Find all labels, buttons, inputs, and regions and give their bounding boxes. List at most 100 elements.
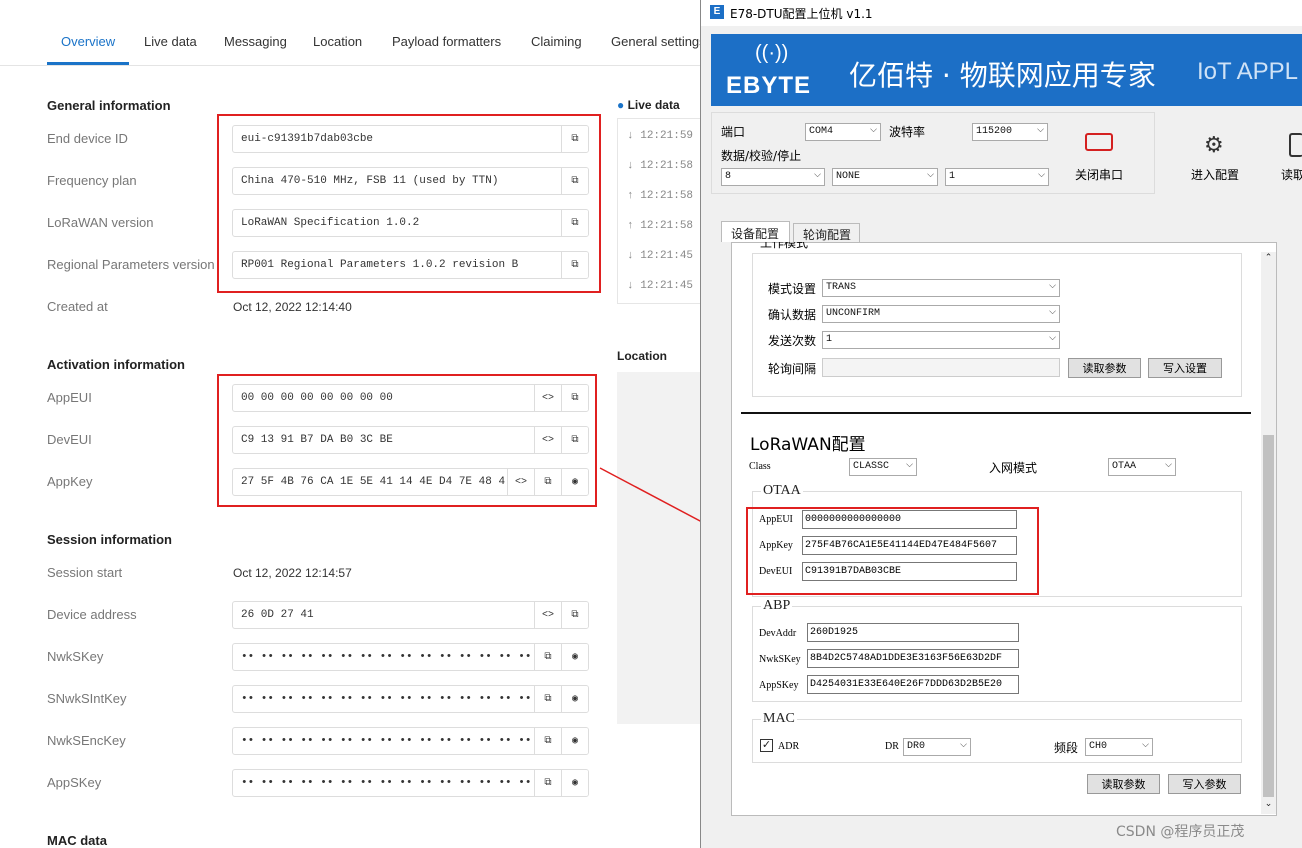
- location-title: Location: [617, 349, 667, 363]
- tab-poll-config[interactable]: 轮询配置: [793, 223, 860, 242]
- close-port-button[interactable]: 关闭串口: [1075, 166, 1123, 183]
- live-row[interactable]: ↓ 12:21:45: [627, 280, 693, 292]
- send-count-select[interactable]: 1 ⌵: [822, 331, 1060, 349]
- abp-title: ABP: [761, 598, 793, 614]
- copy-icon[interactable]: ⧉: [534, 644, 561, 670]
- freq-band-select[interactable]: CH0 ⌵: [1085, 738, 1153, 756]
- highlight-box: [217, 114, 601, 293]
- tab-general-settings[interactable]: General settings: [611, 34, 706, 49]
- snwksintkey-field: •• •• •• •• •• •• •• •• •• •• •• •• •• •…: [232, 685, 589, 713]
- mac-group: [752, 719, 1242, 763]
- session-info-title: Session information: [47, 532, 172, 547]
- window-title: E78-DTU配置上位机 v1.1: [730, 7, 873, 21]
- read-button[interactable]: 读取: [1281, 166, 1302, 183]
- ebyte-logo: EBYTE: [726, 72, 812, 99]
- eye-icon[interactable]: ◉: [561, 644, 588, 670]
- live-row[interactable]: ↓ 12:21:58: [627, 160, 693, 172]
- end-device-id-label: End device ID: [47, 131, 128, 146]
- nwksenckey-value: •• •• •• •• •• •• •• •• •• •• •• •• •• •…: [241, 735, 552, 747]
- tab-overview[interactable]: Overview: [61, 34, 115, 49]
- watermark: CSDN @程序员正茂: [1116, 824, 1245, 840]
- abp-nwkskey-label: NwkSKey: [759, 654, 801, 665]
- adr-checkbox[interactable]: ✓: [760, 739, 773, 752]
- scroll-up-icon[interactable]: ⌃: [1261, 252, 1276, 266]
- tab-payload-formatters[interactable]: Payload formatters: [392, 34, 501, 49]
- appskey-label: AppSKey: [47, 775, 102, 790]
- created-at-label: Created at: [47, 299, 108, 314]
- parity-select[interactable]: NONE ⌵: [832, 168, 938, 186]
- dr-select[interactable]: DR0 ⌵: [903, 738, 971, 756]
- uplink-arrow-icon: ↑: [627, 220, 634, 232]
- mode-select[interactable]: TRANS ⌵: [822, 279, 1060, 297]
- copy-icon[interactable]: ⧉: [534, 770, 561, 796]
- downlink-arrow-icon: ↓: [627, 160, 634, 172]
- regional-params-label: Regional Parameters version: [47, 257, 215, 272]
- downlink-arrow-icon: ↓: [627, 250, 634, 262]
- tab-messaging[interactable]: Messaging: [224, 34, 287, 49]
- live-row[interactable]: ↓ 12:21:45: [627, 250, 693, 262]
- scrollbar[interactable]: ⌃ ⌄: [1261, 252, 1276, 814]
- live-row[interactable]: ↓ 12:21:59: [627, 130, 693, 142]
- scroll-thumb[interactable]: [1263, 435, 1274, 797]
- join-mode-select[interactable]: OTAA ⌵: [1108, 458, 1176, 476]
- scroll-down-icon[interactable]: ⌄: [1261, 798, 1276, 812]
- downlink-arrow-icon: ↓: [627, 130, 634, 142]
- slogan-en: IoT APPL: [1197, 58, 1298, 85]
- session-start-value: Oct 12, 2022 12:14:57: [233, 566, 352, 580]
- live-data-panel: [617, 118, 701, 304]
- broadcast-icon: ((·)): [755, 42, 789, 64]
- live-data-title: ● Live data: [617, 98, 680, 112]
- confirm-select[interactable]: UNCONFIRM ⌵: [822, 305, 1060, 323]
- poll-interval-input[interactable]: [822, 358, 1060, 377]
- lorawan-title: LoRaWAN配置: [750, 435, 866, 455]
- general-info-title: General information: [47, 98, 171, 113]
- send-count-label: 发送次数: [768, 334, 817, 348]
- enter-config-button[interactable]: 进入配置: [1191, 166, 1239, 183]
- eye-icon[interactable]: ◉: [561, 770, 588, 796]
- read-params-button-2[interactable]: 读取参数: [1087, 774, 1160, 794]
- work-mode-title: 工作模式: [760, 242, 809, 250]
- tab-claiming[interactable]: Claiming: [531, 34, 582, 49]
- nwkskey-field: •• •• •• •• •• •• •• •• •• •• •• •• •• •…: [232, 643, 589, 671]
- stop-bits-select[interactable]: 1 ⌵: [945, 168, 1049, 186]
- live-row[interactable]: ↑ 12:21:58: [627, 190, 693, 202]
- slogan: 亿佰特 · 物联网应用专家: [849, 59, 1156, 92]
- nwksenckey-label: NwkSEncKey: [47, 733, 126, 748]
- class-label: Class: [749, 461, 771, 472]
- baud-label: 波特率: [889, 125, 926, 139]
- lorawan-version-label: LoRaWAN version: [47, 215, 154, 230]
- eye-icon[interactable]: ◉: [561, 728, 588, 754]
- frequency-plan-label: Frequency plan: [47, 173, 137, 188]
- abp-appskey-input[interactable]: D4254031E33E640E26F7DDD63D2B5E20: [807, 675, 1019, 694]
- ebyte-banner: ((·)) EBYTE 亿佰特 · 物联网应用专家 IoT APPL: [711, 34, 1302, 106]
- active-tab-indicator: [47, 62, 129, 65]
- tab-location[interactable]: Location: [313, 34, 362, 49]
- abp-nwkskey-input[interactable]: 8B4D2C5748AD1DDE3E3163F56E63D2DF: [807, 649, 1019, 668]
- class-select[interactable]: CLASSC ⌵: [849, 458, 917, 476]
- highlight-box: [746, 507, 1039, 595]
- copy-icon[interactable]: ⧉: [534, 686, 561, 712]
- highlight-box: [217, 374, 597, 507]
- tab-live-data[interactable]: Live data: [144, 34, 197, 49]
- snwksintkey-value: •• •• •• •• •• •• •• •• •• •• •• •• •• •…: [241, 693, 552, 705]
- port-select[interactable]: COM4 ⌵: [805, 123, 881, 141]
- dr-label: DR: [885, 741, 899, 752]
- activation-info-title: Activation information: [47, 357, 185, 372]
- divider: [741, 412, 1251, 414]
- location-map[interactable]: [617, 372, 701, 724]
- deveui-label: DevEUI: [47, 432, 92, 447]
- tab-device-config[interactable]: 设备配置: [721, 221, 790, 242]
- read-params-button[interactable]: 读取参数: [1068, 358, 1141, 378]
- write-settings-button[interactable]: 写入设置: [1148, 358, 1222, 378]
- data-bits-select[interactable]: 8 ⌵: [721, 168, 825, 186]
- nwksenckey-field: •• •• •• •• •• •• •• •• •• •• •• •• •• •…: [232, 727, 589, 755]
- session-start-label: Session start: [47, 565, 123, 580]
- copy-icon[interactable]: ⧉: [534, 728, 561, 754]
- copy-icon[interactable]: ⧉: [561, 602, 588, 628]
- devaddr-input[interactable]: 260D1925: [807, 623, 1019, 642]
- eye-icon[interactable]: ◉: [561, 686, 588, 712]
- byte-order-icon[interactable]: <>: [534, 602, 561, 628]
- baud-select[interactable]: 115200 ⌵: [972, 123, 1048, 141]
- write-params-button[interactable]: 写入参数: [1168, 774, 1241, 794]
- live-row[interactable]: ↑ 12:21:58: [627, 220, 693, 232]
